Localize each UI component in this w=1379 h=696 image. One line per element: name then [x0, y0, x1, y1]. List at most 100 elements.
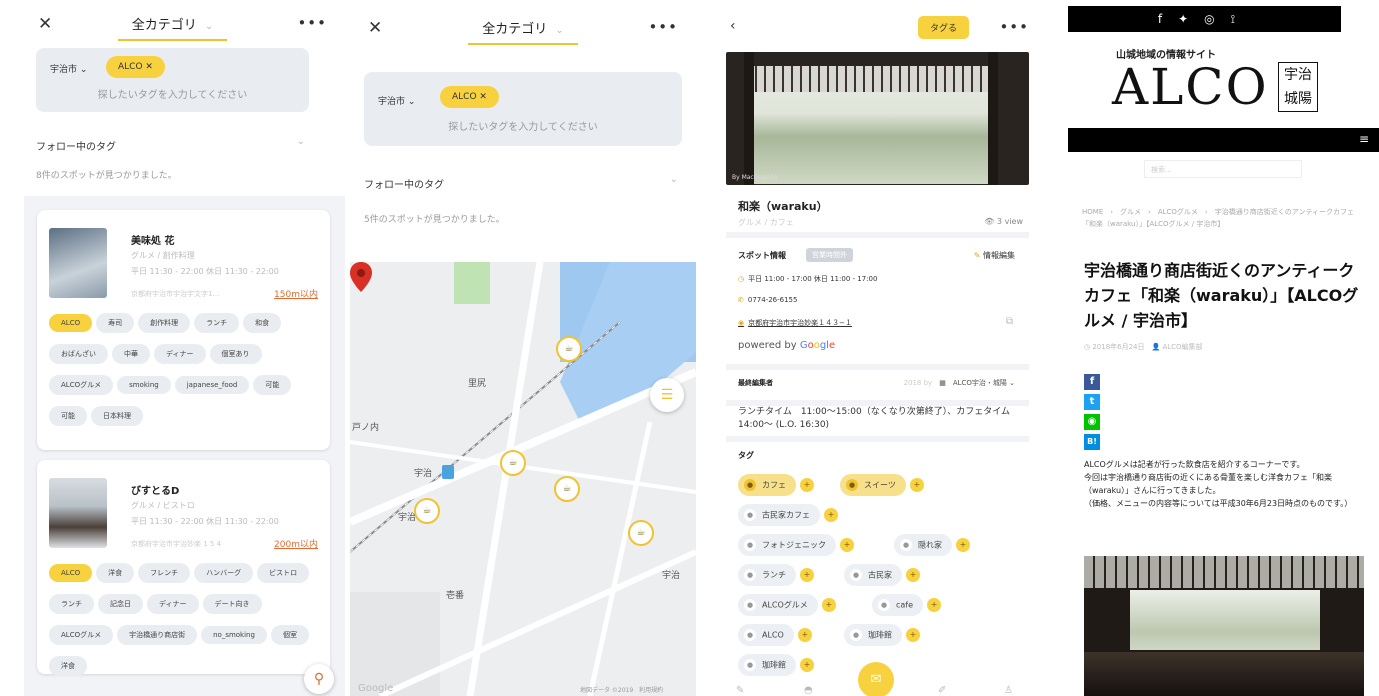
detail-tag[interactable]: ● スイーツ + — [840, 474, 924, 496]
search-input[interactable]: 検索... — [1144, 160, 1302, 178]
add-tag-icon[interactable]: + — [906, 568, 920, 582]
share-line-icon[interactable]: ◉ — [1084, 414, 1100, 430]
detail-tag[interactable]: ● ALCO + — [738, 624, 812, 646]
detail-tag[interactable]: ● カフェ + — [738, 474, 814, 496]
tag-chip[interactable]: 可能 — [49, 406, 87, 426]
tag-chip[interactable]: ハンバーグ — [194, 563, 254, 583]
tag-chip[interactable]: 宇治橋通り商店街 — [117, 625, 198, 645]
tag-chip[interactable]: 個室 — [270, 625, 309, 645]
tag-chip[interactable]: ALCOグルメ — [49, 375, 114, 395]
tag-chip[interactable]: おばんざい — [49, 344, 108, 364]
current-location-pin-icon[interactable] — [350, 262, 372, 292]
city-filter[interactable]: 宇治市 ⌄ — [50, 62, 87, 75]
add-tag-icon[interactable]: + — [927, 598, 942, 612]
tag-chip[interactable]: ディナー — [154, 344, 206, 364]
tag-chip[interactable]: 寿司 — [96, 313, 135, 333]
add-tag-icon[interactable]: + — [800, 568, 814, 582]
detail-tag[interactable]: ● 古民家 + — [844, 564, 920, 586]
tag-chip[interactable]: ランチ — [194, 313, 240, 333]
spot-card[interactable]: びすとるD グルメ / ビストロ 平日 11:30 - 22:00 休日 11:… — [37, 460, 330, 676]
spot-pin-icon[interactable]: ☕ — [414, 498, 440, 524]
rss-icon[interactable]: ⟟ — [1231, 12, 1251, 26]
tag-chip[interactable]: デート向き — [202, 594, 262, 614]
tag-chip[interactable]: 洋食 — [49, 656, 87, 676]
tag-search-input[interactable]: 探したいタグを入力してください — [364, 118, 682, 133]
detail-tag[interactable]: ● 古民家カフェ + — [738, 504, 838, 526]
tag-chip[interactable]: ALCO — [49, 314, 93, 332]
tag-chip[interactable]: no_smoking — [201, 626, 267, 644]
add-tag-icon[interactable]: + — [797, 628, 812, 642]
more-menu-icon[interactable]: ••• — [999, 18, 1029, 36]
tag-button[interactable]: タグる — [918, 16, 970, 39]
spot-pin-icon[interactable]: ☕ — [556, 336, 582, 362]
spot-pin-icon[interactable]: ☕ — [500, 450, 526, 476]
nav-brush-icon[interactable]: ✐ — [938, 685, 946, 696]
tag-chip[interactable]: 可能 — [253, 375, 292, 395]
tag-search-input[interactable]: 探したいタグを入力してください — [36, 86, 309, 101]
chat-icon[interactable]: ✉ — [858, 662, 894, 696]
instagram-icon[interactable]: ◎ — [1204, 12, 1230, 26]
share-hatena-icon[interactable]: B! — [1084, 434, 1100, 450]
selected-tag-chip[interactable]: ALCO ✕ — [106, 56, 165, 78]
tag-chip[interactable]: ディナー — [147, 594, 199, 614]
add-tag-icon[interactable]: + — [956, 538, 970, 552]
tag-chip[interactable]: ビストロ — [257, 563, 310, 583]
detail-tag[interactable]: ● 隠れ家 + — [894, 534, 970, 556]
edit-info-button[interactable]: ✎ 情報編集 — [974, 250, 1015, 261]
article-photo[interactable] — [1084, 556, 1364, 696]
add-tag-icon[interactable]: + — [821, 598, 836, 612]
twitter-icon[interactable]: ✦ — [1178, 12, 1204, 26]
selected-tag-chip[interactable]: ALCO ✕ — [440, 86, 499, 108]
tag-chip[interactable]: 創作料理 — [138, 313, 191, 333]
following-tags-toggle[interactable]: フォロー中のタグ ⌄ — [364, 174, 682, 191]
tag-chip[interactable]: 個室あり — [209, 344, 262, 364]
add-tag-icon[interactable]: + — [824, 508, 838, 522]
tag-chip[interactable]: ALCO — [49, 564, 93, 582]
category-selector[interactable]: 全カテゴリ ⌄ — [350, 18, 696, 45]
social-bar[interactable]: f✦◎⟟ — [1068, 6, 1341, 32]
spot-distance[interactable]: 150m以内 — [274, 287, 318, 300]
hamburger-menu-icon[interactable]: ≡ — [1359, 132, 1369, 146]
add-tag-icon[interactable]: + — [909, 478, 924, 492]
tag-chip[interactable]: 日本料理 — [91, 406, 143, 426]
detail-tag[interactable]: ● ランチ + — [738, 564, 814, 586]
map-view[interactable]: 里尻 戸ノ内 宇治 宇治 宇治 壱番 ☕ ☕ ☕ ☕ ☕ Google 地図デー… — [350, 262, 696, 696]
tag-chip[interactable]: ALCOグルメ — [49, 625, 114, 645]
share-facebook-icon[interactable]: f — [1084, 374, 1100, 390]
spot-card[interactable]: 美味処 花 グルメ / 創作料理 平日 11:30 - 22:00 休日 11:… — [37, 210, 330, 450]
breadcrumb[interactable]: HOME › グルメ › ALCOグルメ › 宇治橋通り商店街近くのアンティーク… — [1082, 206, 1366, 230]
add-tag-icon[interactable]: + — [800, 478, 814, 492]
add-tag-icon[interactable]: + — [800, 658, 814, 672]
back-icon[interactable]: ‹ — [730, 18, 736, 34]
detail-tag[interactable]: ● cafe + — [872, 594, 942, 616]
city-filter[interactable]: 宇治市 ⌄ — [378, 94, 415, 107]
spot-distance[interactable]: 200m以内 — [274, 537, 318, 550]
nav-cat-icon[interactable]: ◓ — [804, 685, 813, 696]
spot-pin-icon[interactable]: ☕ — [554, 476, 580, 502]
tag-chip[interactable]: smoking — [117, 376, 171, 394]
nav-pen-icon[interactable]: ✎ — [736, 685, 744, 696]
tag-chip[interactable]: japanese_food — [174, 376, 250, 394]
location-pin-icon[interactable]: ⚲ — [304, 664, 334, 694]
add-tag-icon[interactable]: + — [906, 628, 920, 642]
spot-pin-icon[interactable]: ☕ — [628, 520, 654, 546]
site-logo[interactable]: ALCO — [1112, 58, 1269, 116]
nav-user-icon[interactable]: ♙ — [1004, 685, 1013, 696]
following-tags-toggle[interactable]: フォロー中のタグ ⌄ — [36, 136, 309, 153]
more-menu-icon[interactable]: ••• — [648, 18, 678, 36]
detail-tag[interactable]: ● 珈琲館 + — [844, 624, 920, 646]
add-tag-icon[interactable]: + — [840, 538, 854, 552]
address-row[interactable]: ◉ 京都府宇治市宇治妙楽１４３−１ — [738, 318, 852, 328]
tag-chip[interactable]: ランチ — [49, 594, 94, 614]
phone-row[interactable]: ✆ 0774-26-6155 — [738, 296, 797, 304]
external-link-icon[interactable]: ⧉ — [1006, 316, 1013, 327]
detail-tag[interactable]: ● 珈琲館 + — [738, 654, 814, 676]
detail-tag[interactable]: ● フォトジェニック + — [738, 534, 854, 556]
list-view-icon[interactable]: ☰ — [650, 378, 684, 412]
tag-chip[interactable]: 記念日 — [98, 594, 143, 614]
tag-chip[interactable]: フレンチ — [138, 563, 191, 583]
share-twitter-icon[interactable]: t — [1084, 394, 1100, 410]
editor-info[interactable]: 2018 by ▦ ALCO宇治・城陽 ⌄ — [904, 378, 1015, 388]
map-footer[interactable]: 地図データ ©2019 利用規約 — [580, 685, 663, 694]
tag-search-box[interactable]: 宇治市 ⌄ ALCO ✕ 探したいタグを入力してください — [364, 72, 682, 146]
